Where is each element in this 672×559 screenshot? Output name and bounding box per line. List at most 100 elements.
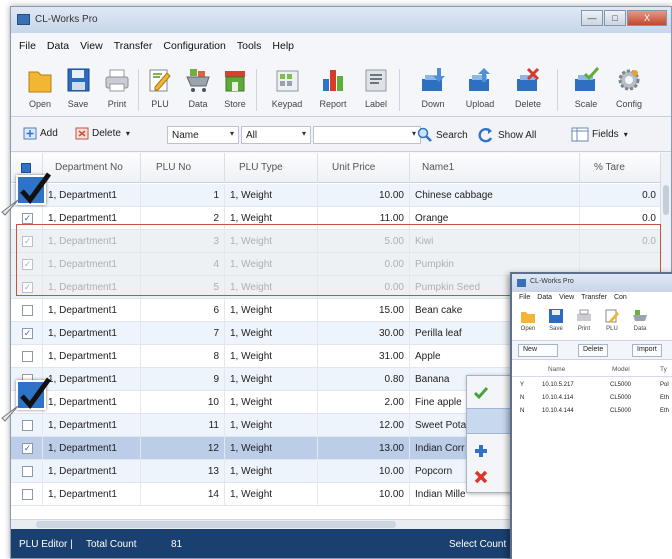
data-button[interactable]: Data xyxy=(181,65,215,117)
cell-type[interactable]: 1, Weight xyxy=(225,437,318,460)
cell-type[interactable]: 1, Weight xyxy=(225,483,318,506)
cell-tare[interactable]: 0.0 xyxy=(580,207,662,230)
field-select[interactable]: Name ▾ xyxy=(167,126,239,144)
column-header-tare[interactable]: % Tare xyxy=(580,153,662,183)
w2-print-button[interactable]: Print xyxy=(572,308,596,338)
cell-price[interactable]: 0.00 xyxy=(318,276,410,299)
cell-dept[interactable]: 1, Department1 xyxy=(43,414,141,437)
cell-plu[interactable]: 13 xyxy=(141,460,225,483)
cell-plu[interactable]: 2 xyxy=(141,207,225,230)
row-checkbox[interactable] xyxy=(22,420,33,431)
column-header-unit-price[interactable]: Unit Price xyxy=(318,153,410,183)
cell-dept[interactable]: 1, Department1 xyxy=(43,253,141,276)
cell-price[interactable]: 0.80 xyxy=(318,368,410,391)
search-input[interactable]: ▾ xyxy=(313,126,421,144)
scale-row[interactable]: N 10.10.4.144 CL5000 Eth xyxy=(512,406,672,418)
maximize-button[interactable]: □ xyxy=(604,10,626,26)
row-checkbox[interactable]: ✓ xyxy=(22,236,33,247)
menu-data[interactable]: Data xyxy=(537,294,552,304)
cell-dept[interactable]: 1, Department1 xyxy=(43,322,141,345)
save-button[interactable]: Save xyxy=(61,65,95,117)
row-checkbox[interactable] xyxy=(22,305,33,316)
cell-plu[interactable]: 8 xyxy=(141,345,225,368)
row-checkbox[interactable]: ✓ xyxy=(22,259,33,270)
cell-type[interactable]: 1, Weight xyxy=(225,368,318,391)
cell-type[interactable]: 1, Weight xyxy=(225,322,318,345)
scale-row[interactable]: Y 10.10.5.217 CL5000 Pol xyxy=(512,380,672,392)
column-header-plu-no[interactable]: PLU No xyxy=(141,153,225,183)
cell-price[interactable]: 13.00 xyxy=(318,437,410,460)
row-checkbox[interactable] xyxy=(22,351,33,362)
cell-price[interactable]: 30.00 xyxy=(318,322,410,345)
menu-configuration[interactable]: Configuration xyxy=(163,40,225,56)
menu-transfer[interactable]: Transfer xyxy=(581,294,607,304)
cell-dept[interactable]: 1, Department1 xyxy=(43,345,141,368)
cell-plu[interactable]: 14 xyxy=(141,483,225,506)
cell-type[interactable]: 1, Weight xyxy=(225,276,318,299)
scale-column-name[interactable]: Name xyxy=(548,366,565,373)
menu-file[interactable]: File xyxy=(519,294,530,304)
cell-tare[interactable]: 0.0 xyxy=(580,230,662,253)
w2-data-button[interactable]: Data xyxy=(628,308,652,338)
cell-type[interactable]: 1, Weight xyxy=(225,299,318,322)
scope-select[interactable]: All ▾ xyxy=(241,126,311,144)
w2-open-button[interactable]: Open xyxy=(516,308,540,338)
cell-plu[interactable]: 4 xyxy=(141,253,225,276)
cell-name[interactable]: Chinese cabbage xyxy=(410,184,580,207)
cell-plu[interactable]: 1 xyxy=(141,184,225,207)
menu-configuration[interactable]: Con xyxy=(614,294,627,304)
table-row[interactable]: ✓ 1, Department1 3 1, Weight 5.00 Kiwi 0.0 xyxy=(11,230,671,253)
cell-plu[interactable]: 7 xyxy=(141,322,225,345)
menu-view[interactable]: View xyxy=(80,40,103,56)
open-button[interactable]: Open xyxy=(23,65,57,117)
cell-name[interactable]: Orange xyxy=(410,207,580,230)
cell-type[interactable]: 1, Weight xyxy=(225,230,318,253)
menu-tools[interactable]: Tools xyxy=(237,40,262,56)
cell-dept[interactable]: 1, Department1 xyxy=(43,460,141,483)
cell-plu[interactable]: 12 xyxy=(141,437,225,460)
delete-button[interactable]: Delete xyxy=(511,65,545,117)
cell-name[interactable]: Kiwi xyxy=(410,230,580,253)
add-button[interactable]: Add xyxy=(23,127,58,140)
store-button[interactable]: Store xyxy=(218,65,252,117)
table-row[interactable]: ✓ 1, Department1 2 1, Weight 11.00 Orange 0.0 xyxy=(11,207,671,230)
scale-button[interactable]: Scale xyxy=(569,65,603,117)
menu-help[interactable]: Help xyxy=(272,40,294,56)
menu-file[interactable]: File xyxy=(19,40,36,56)
cell-type[interactable]: 1, Weight xyxy=(225,184,318,207)
cell-tare[interactable]: 0.0 xyxy=(580,184,662,207)
scale-row[interactable]: N 10.10.4.114 CL5000 Eth xyxy=(512,393,672,405)
w2-plu-button[interactable]: PLU xyxy=(600,308,624,338)
print-button[interactable]: Print xyxy=(100,65,134,117)
cell-plu[interactable]: 11 xyxy=(141,414,225,437)
table-row[interactable]: ✓1, Department111, Weight10.00Chinese ca… xyxy=(11,184,671,207)
w2-delete-button[interactable]: Delete xyxy=(578,344,609,357)
cell-price[interactable]: 10.00 xyxy=(318,184,410,207)
w2-save-button[interactable]: Save xyxy=(544,308,568,338)
cell-type[interactable]: 1, Weight xyxy=(225,460,318,483)
row-checkbox[interactable]: ✓ xyxy=(22,443,33,454)
scale-column-type[interactable]: Ty xyxy=(660,366,667,373)
w2-import-button[interactable]: Import xyxy=(632,344,662,357)
fields-button[interactable]: Fields ▾ xyxy=(571,127,628,142)
row-checkbox[interactable]: ✓ xyxy=(22,282,33,293)
scroll-thumb[interactable] xyxy=(36,521,396,528)
cell-dept[interactable]: 1, Department1 xyxy=(43,276,141,299)
column-header-name1[interactable]: Name1 xyxy=(410,153,580,183)
row-checkbox[interactable] xyxy=(22,489,33,500)
cell-type[interactable]: 1, Weight xyxy=(225,414,318,437)
config-button[interactable]: Config xyxy=(612,65,646,117)
cell-price[interactable]: 31.00 xyxy=(318,345,410,368)
cell-dept[interactable]: 1, Department1 xyxy=(43,437,141,460)
scroll-thumb[interactable] xyxy=(663,185,669,215)
keypad-button[interactable]: Keypad xyxy=(270,65,304,117)
cell-plu[interactable]: 3 xyxy=(141,230,225,253)
minimize-button[interactable]: — xyxy=(581,10,603,26)
cell-dept[interactable]: 1, Department1 xyxy=(43,368,141,391)
cell-price[interactable]: 0.00 xyxy=(318,253,410,276)
cell-dept[interactable]: 1, Department1 xyxy=(43,483,141,506)
search-button[interactable]: Search xyxy=(417,127,468,143)
cell-price[interactable]: 10.00 xyxy=(318,483,410,506)
label-button[interactable]: Label xyxy=(359,65,393,117)
cell-price[interactable]: 12.00 xyxy=(318,414,410,437)
